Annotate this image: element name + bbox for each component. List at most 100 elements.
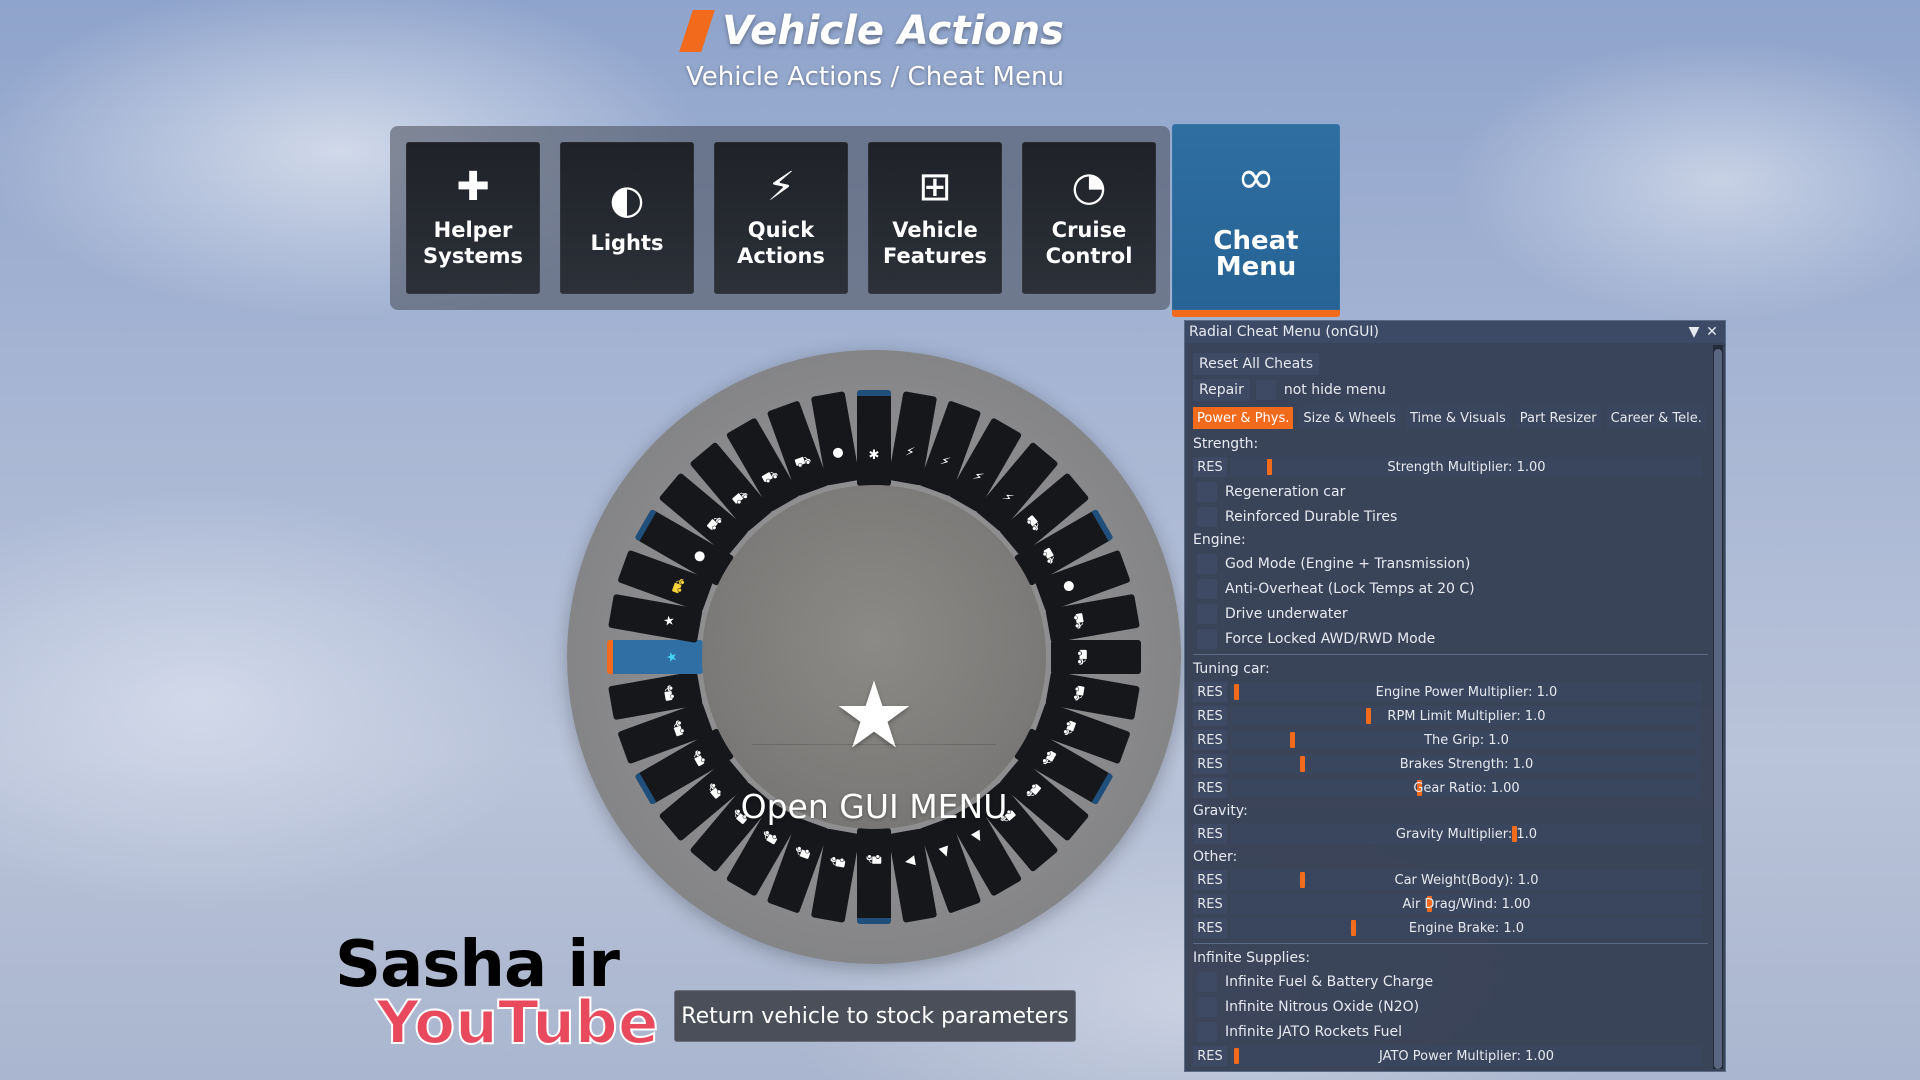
slider-label: Gear Ratio: 1.00: [1413, 780, 1520, 796]
reset-slider-button[interactable]: RES: [1193, 682, 1227, 702]
infinite-jato-checkbox[interactable]: [1197, 1021, 1217, 1042]
segment-icon: ⛟: [792, 842, 814, 862]
regeneration-checkbox[interactable]: [1197, 481, 1217, 502]
reset-slider-button[interactable]: RES: [1193, 894, 1227, 914]
segment-icon: ⚡: [938, 453, 952, 471]
reset-slider-button[interactable]: RES: [1193, 754, 1227, 774]
car-weight-slider[interactable]: Car Weight(Body): 1.0: [1231, 870, 1702, 890]
tab-vehicle-features[interactable]: ⊞ Vehicle Features: [868, 142, 1002, 294]
slider-label: Gravity Multiplier: 1.0: [1395, 826, 1538, 842]
touch-plus-icon: ⊞: [918, 164, 952, 210]
slider-knob[interactable]: [1266, 459, 1272, 475]
tab-quick-actions[interactable]: ⚡ Quick Actions: [714, 142, 848, 294]
slider-knob[interactable]: [1299, 872, 1305, 888]
segment-icon: ●: [831, 444, 845, 462]
segment-icon: ★: [661, 613, 679, 629]
tab-lights[interactable]: ◐ Lights: [560, 142, 694, 294]
tab-time-visuals[interactable]: Time & Visuals: [1405, 407, 1510, 429]
engine-brake-slider[interactable]: Engine Brake: 1.0: [1231, 918, 1702, 938]
engine-power-slider[interactable]: Engine Power Multiplier: 1.0: [1231, 682, 1702, 702]
close-icon[interactable]: ✕: [1703, 324, 1721, 340]
panel-scrollbar[interactable]: [1713, 345, 1723, 1069]
force-awd-checkbox[interactable]: [1197, 628, 1217, 649]
durable-tires-checkbox[interactable]: [1197, 506, 1217, 527]
segment-icon: ▶: [903, 853, 917, 870]
radial-segment[interactable]: ★: [607, 640, 703, 674]
panel-titlebar[interactable]: Radial Cheat Menu (onGUI) ▼ ✕: [1185, 321, 1725, 343]
segment-icon: ⛟: [792, 452, 814, 472]
slider-knob[interactable]: [1233, 1048, 1239, 1064]
reset-slider-button[interactable]: RES: [1193, 706, 1227, 726]
tab-part-resizer[interactable]: Part Resizer: [1515, 407, 1601, 429]
reset-slider-button[interactable]: RES: [1193, 778, 1227, 798]
god-mode-checkbox[interactable]: [1197, 553, 1217, 574]
grip-slider[interactable]: The Grip: 1.0: [1231, 730, 1702, 750]
section-other: Other:: [1193, 849, 1238, 865]
gravity-slider[interactable]: Gravity Multiplier: 1.0: [1231, 824, 1702, 844]
jato-power-slider[interactable]: JATO Power Multiplier: 1.00: [1231, 1046, 1702, 1066]
not-hide-menu-label: not hide menu: [1283, 382, 1386, 398]
anti-overheat-checkbox[interactable]: [1197, 578, 1217, 599]
repair-button[interactable]: Repair: [1193, 379, 1250, 401]
return-stock-button[interactable]: Return vehicle to stock parameters: [674, 990, 1076, 1042]
radial-segment[interactable]: ✱: [857, 390, 891, 486]
radial-segment[interactable]: ⛟: [857, 828, 891, 924]
segment-icon: ●: [690, 547, 709, 565]
slider-label: Car Weight(Body): 1.0: [1394, 872, 1539, 888]
segment-icon: ⛟: [759, 466, 782, 488]
slider-label: Air Drag/Wind: 1.00: [1402, 896, 1531, 912]
segment-icon: ⛟: [828, 852, 848, 871]
reset-all-cheats-button[interactable]: Reset All Cheats: [1193, 353, 1319, 375]
tab-label: Helper Systems: [423, 218, 523, 268]
air-drag-slider[interactable]: Air Drag/Wind: 1.00: [1231, 894, 1702, 914]
reset-slider-button[interactable]: RES: [1193, 870, 1227, 890]
not-hide-menu-checkbox[interactable]: [1255, 380, 1276, 400]
segment-icon: ⛟: [669, 717, 689, 739]
infinite-nitrous-checkbox[interactable]: [1197, 996, 1217, 1017]
reset-slider-button[interactable]: RES: [1193, 1046, 1227, 1066]
tab-cheat-menu[interactable]: ∞ Cheat Menu: [1172, 124, 1340, 317]
panel-body: Reset All Cheats Repair not hide menu Po…: [1193, 351, 1708, 1068]
segment-icon: ⚡: [904, 444, 916, 461]
reset-slider-button[interactable]: RES: [1193, 918, 1227, 938]
segment-icon: ⚡: [970, 468, 986, 487]
infinite-fuel-checkbox[interactable]: [1197, 971, 1217, 992]
slider-knob[interactable]: [1290, 732, 1296, 748]
drive-underwater-checkbox[interactable]: [1197, 603, 1217, 624]
section-strength: Strength:: [1193, 436, 1259, 452]
tab-career-tele[interactable]: Career & Tele.: [1606, 407, 1706, 429]
checkbox-label: God Mode (Engine + Transmission): [1225, 555, 1471, 572]
slider-row: RES Strength Multiplier: 1.00: [1193, 455, 1708, 479]
segment-icon: ⛟: [1021, 512, 1044, 535]
page-header: Vehicle Actions Vehicle Actions / Cheat …: [0, 8, 1750, 92]
rpm-limit-slider[interactable]: RPM Limit Multiplier: 1.0: [1231, 706, 1702, 726]
collapse-triangle-icon[interactable]: ▼: [1685, 324, 1703, 340]
reset-slider-button[interactable]: RES: [1193, 457, 1227, 477]
slider-knob[interactable]: [1365, 708, 1371, 724]
checkbox-label: Infinite Nitrous Oxide (N2O): [1225, 998, 1420, 1015]
slider-label: Engine Power Multiplier: 1.0: [1375, 684, 1558, 700]
checkbox-label: Infinite Fuel & Battery Charge: [1225, 973, 1434, 990]
radial-menu: ✱ ⚡ ⚡ ⚡ ⚡ ⛟ ⛟ ● ⛟ ⛟ ⛟ ⛟ ⛟ ⛟ ⛟ ▲ ▲ ▶ ⛟ ⛟ ⛟ ⛟ ⛟ ⛟ ⛟ ⛟ ⛟ ★ ★ ⛟ ● ⛟ ⛟ ⛟ ⛟ ● ★ O…: [567, 350, 1181, 964]
reset-slider-button[interactable]: RES: [1193, 730, 1227, 750]
segment-icon: ⛟: [660, 683, 679, 703]
section-engine: Engine:: [1193, 532, 1246, 548]
brakes-strength-slider[interactable]: Brakes Strength: 1.0: [1231, 754, 1702, 774]
slider-knob[interactable]: [1233, 684, 1239, 700]
section-infinite-supplies: Infinite Supplies:: [1193, 950, 1311, 966]
gear-ratio-slider[interactable]: Gear Ratio: 1.00: [1231, 778, 1702, 798]
radial-segment[interactable]: ⛟: [1051, 640, 1141, 674]
divider: [1193, 943, 1708, 944]
scrollbar-thumb[interactable]: [1714, 349, 1722, 1069]
tab-size-wheels[interactable]: Size & Wheels: [1299, 407, 1400, 429]
tab-cruise-control[interactable]: ◔ Cruise Control: [1022, 142, 1156, 294]
slider-knob[interactable]: [1351, 920, 1357, 936]
segment-icon: ⛟: [669, 575, 689, 597]
reset-slider-button[interactable]: RES: [1193, 824, 1227, 844]
tab-helper-systems[interactable]: ✚ Helper Systems: [406, 142, 540, 294]
radial-center[interactable]: ★ Open GUI MENU: [702, 485, 1046, 829]
tab-power-phys[interactable]: Power & Phys.: [1193, 407, 1294, 429]
slider-knob[interactable]: [1299, 756, 1305, 772]
strength-slider[interactable]: Strength Multiplier: 1.00: [1231, 457, 1702, 477]
segment-icon: ⛟: [704, 512, 727, 535]
